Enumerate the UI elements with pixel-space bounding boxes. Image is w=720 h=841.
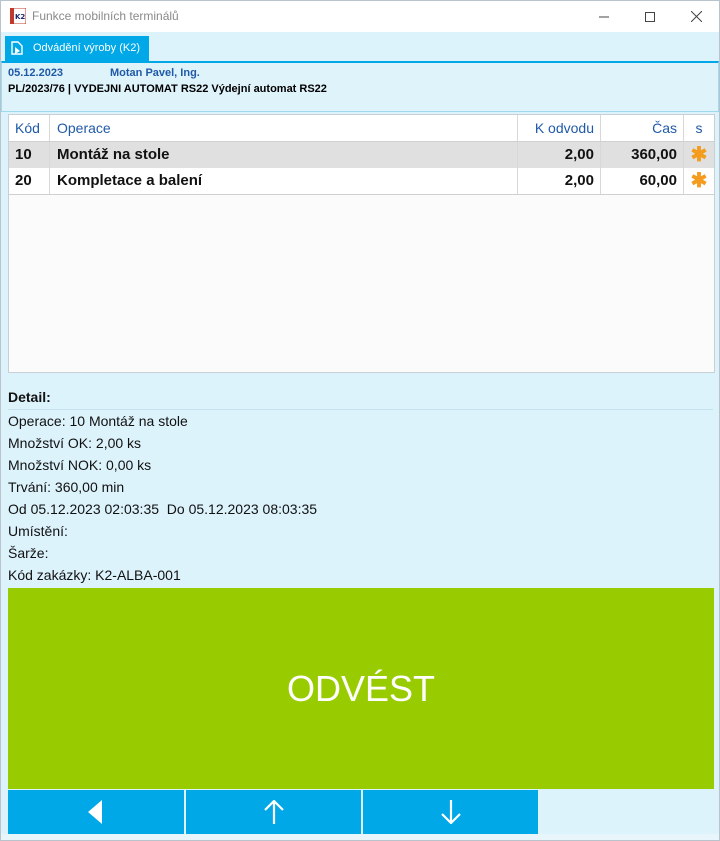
document-header: 05.12.2023 Motan Pavel, Ing. PL/2023/76 … <box>1 61 719 112</box>
detail-quantity-ok: Množství OK: 2,00 ks <box>8 435 142 451</box>
close-icon <box>690 11 702 22</box>
svg-text:K2: K2 <box>15 13 25 21</box>
table-row[interactable]: 20 Kompletace a balení 2,00 60,00 ✱ <box>9 168 714 195</box>
column-header-operace[interactable]: Operace <box>50 115 518 141</box>
detail-location: Umístění: <box>8 523 68 539</box>
back-arrow-icon <box>88 800 102 824</box>
cell-cas: 360,00 <box>601 142 684 168</box>
detail-panel: Detail: Operace: 10 Montáž na stole Množ… <box>8 389 713 586</box>
k2-app-icon: K2 <box>10 8 26 24</box>
header-date: 05.12.2023 <box>8 67 64 79</box>
detail-quantity-nok: Množství NOK: 0,00 ks <box>8 457 152 473</box>
star-icon: ✱ <box>690 170 708 192</box>
status-strip <box>1 834 719 840</box>
close-button[interactable] <box>673 1 719 32</box>
cell-operace: Montáž na stole <box>50 142 518 168</box>
tab-odvadeni-vyroby[interactable]: Odvádění výroby (K2) <box>5 36 149 61</box>
cell-cas: 60,00 <box>601 168 684 194</box>
detail-order-code: Kód zakázky: K2-ALBA-001 <box>8 567 181 583</box>
detail-operation: Operace: 10 Montáž na stole <box>8 413 188 429</box>
move-down-button[interactable] <box>363 790 538 834</box>
grid-header-row: Kód Operace K odvodu Čas s <box>9 115 714 142</box>
down-arrow-icon <box>440 800 461 824</box>
operations-grid: Kód Operace K odvodu Čas s 10 Montáž na … <box>8 114 715 373</box>
cell-kod: 20 <box>9 168 50 194</box>
window-title: Funkce mobilních terminálů <box>32 9 179 23</box>
detail-time-range: Od 05.12.2023 02:03:35 Do 05.12.2023 08:… <box>8 501 318 517</box>
minimize-icon <box>599 16 609 17</box>
cell-operace: Kompletace a balení <box>50 168 518 194</box>
cell-k-odvodu: 2,00 <box>518 168 601 194</box>
column-header-k-odvodu[interactable]: K odvodu <box>518 115 601 141</box>
detail-batch: Šarže: <box>8 545 49 561</box>
document-icon <box>11 41 23 55</box>
detail-title: Detail: <box>8 389 713 410</box>
header-user: Motan Pavel, Ing. <box>110 67 200 79</box>
detail-duration: Trvání: 360,00 min <box>8 479 125 495</box>
star-icon: ✱ <box>690 144 708 166</box>
cell-s: ✱ <box>684 142 714 168</box>
maximize-button[interactable] <box>627 1 673 32</box>
cell-s: ✱ <box>684 168 714 194</box>
tab-bar: Odvádění výroby (K2) <box>1 32 719 61</box>
title-bar: K2 Funkce mobilních terminálů <box>1 1 719 32</box>
cell-kod: 10 <box>9 142 50 168</box>
odvest-button[interactable]: ODVÉST <box>8 588 714 789</box>
app-window: K2 Funkce mobilních terminálů Odvádění v… <box>0 0 720 841</box>
back-button[interactable] <box>8 790 184 834</box>
tab-label: Odvádění výroby (K2) <box>33 42 140 54</box>
column-header-kod[interactable]: Kód <box>9 115 50 141</box>
cell-k-odvodu: 2,00 <box>518 142 601 168</box>
table-row[interactable]: 10 Montáž na stole 2,00 360,00 ✱ <box>9 142 714 169</box>
up-arrow-icon <box>263 800 284 824</box>
move-up-button[interactable] <box>186 790 361 834</box>
maximize-icon <box>645 11 655 22</box>
column-header-cas[interactable]: Čas <box>601 115 684 141</box>
column-header-s[interactable]: s <box>684 115 714 141</box>
minimize-button[interactable] <box>581 1 627 32</box>
header-document: PL/2023/76 | VYDEJNI AUTOMAT RS22 Výdejn… <box>8 83 327 95</box>
